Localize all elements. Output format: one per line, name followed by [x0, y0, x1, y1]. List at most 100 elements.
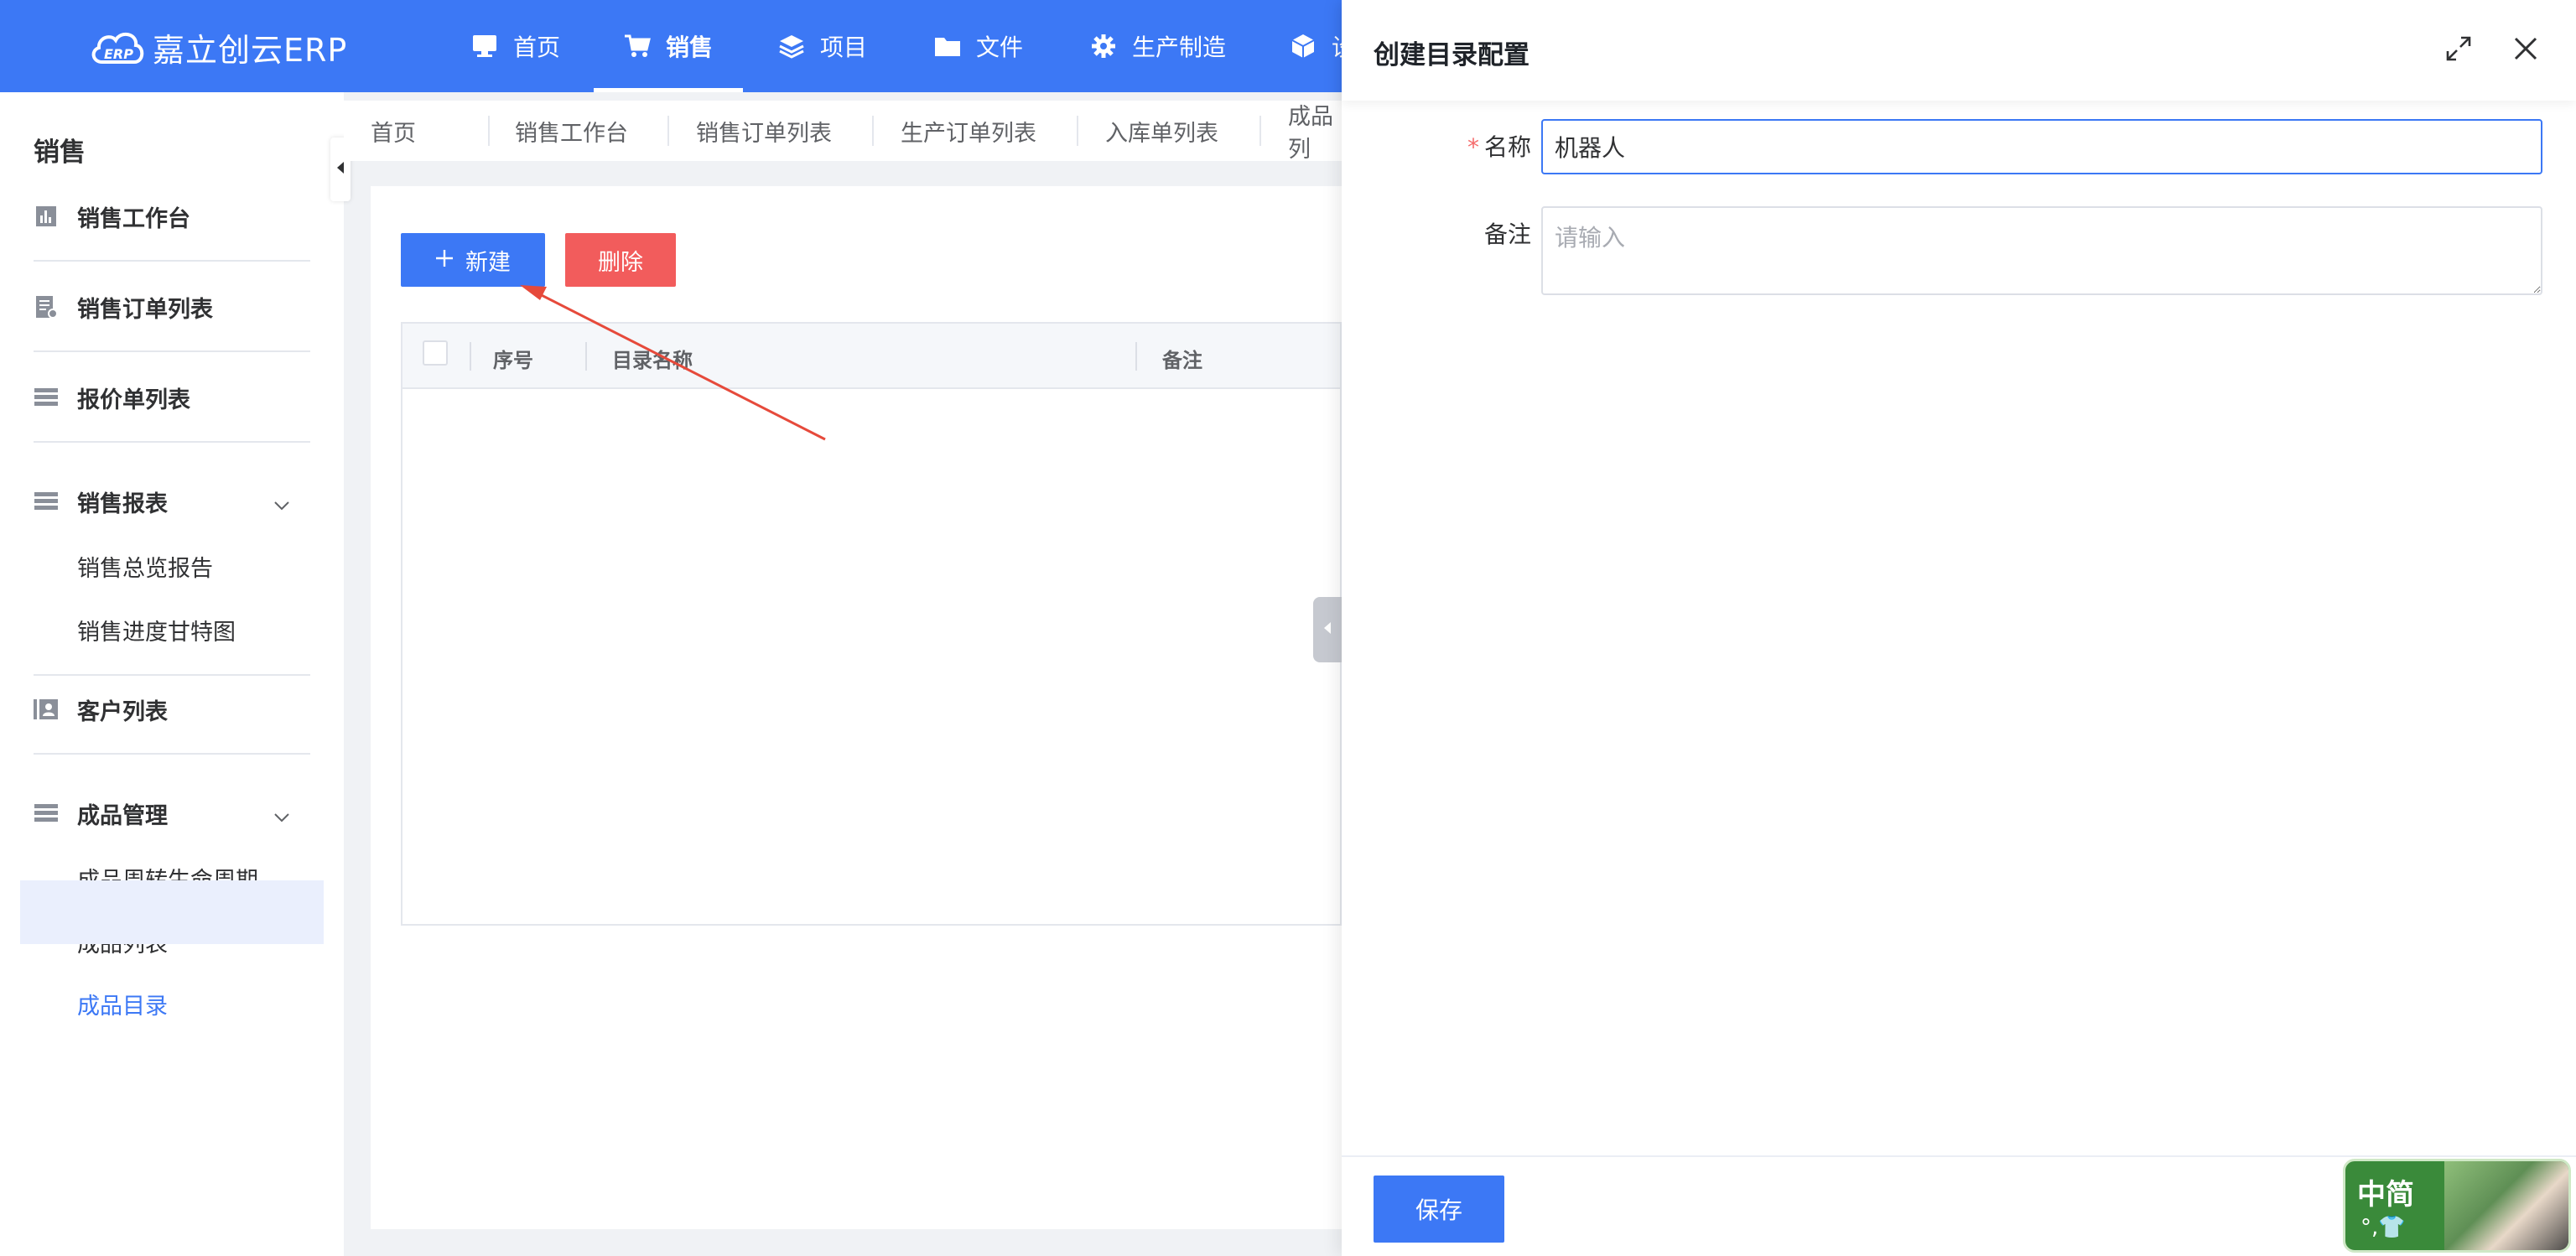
name-field-label: * 名称: [1456, 129, 1531, 163]
create-catalog-drawer: 创建目录配置 *名称 备注 保存: [1342, 0, 2576, 1256]
chevron-down-icon[interactable]: [273, 803, 290, 829]
chart-icon: [34, 204, 59, 229]
contacts-icon: [34, 697, 59, 722]
sidebar: 销售 销售工作台 销售订单列表 报价单列表 销售报表 销售总览报告 销售进度甘特…: [0, 92, 344, 1256]
divider: [34, 260, 310, 262]
remark-field-label: 备注: [1483, 221, 1531, 248]
column-header-remark: 备注: [1162, 349, 1202, 372]
brand-name: 嘉立创云ERP: [153, 31, 348, 69]
required-mark: *: [1467, 133, 1479, 161]
tab-inbound-orders[interactable]: 入库单列表: [1105, 101, 1218, 161]
sidebar-item-label: 销售订单列表: [77, 296, 213, 323]
column-separator: [470, 342, 471, 371]
tab-separator: [1077, 116, 1078, 146]
nav-files-label: 文件: [976, 34, 1024, 61]
tab-home[interactable]: 首页: [371, 101, 416, 161]
plus-icon: [435, 247, 454, 273]
ime-mode-label: 中简: [2357, 1178, 2414, 1212]
sidebar-item-sales-orders[interactable]: 销售订单列表: [34, 282, 310, 332]
sidebar-item-label: 成品管理: [77, 802, 168, 829]
nav-sales[interactable]: 销售: [593, 0, 744, 92]
save-button-label: 保存: [1415, 1196, 1462, 1224]
document-icon: [34, 294, 59, 319]
caret-left-icon: [1322, 621, 1332, 638]
sidebar-item-sales-reports[interactable]: 销售报表: [34, 476, 310, 527]
sidebar-subitem-goods-catalog-label: 成品目录: [77, 994, 168, 1020]
nav-project[interactable]: 项目: [778, 0, 867, 92]
select-all-checkbox[interactable]: [423, 340, 448, 366]
logo-text: ERP: [104, 46, 133, 62]
sidebar-item-finished-goods[interactable]: 成品管理: [34, 788, 310, 838]
sidebar-item-label: 客户列表: [77, 698, 168, 725]
tab-sales-orders[interactable]: 销售订单列表: [696, 101, 832, 161]
page-tabs: 首页 销售工作台 销售订单列表 生产订单列表 入库单列表 成品列: [344, 101, 1342, 163]
list-icon: [34, 385, 59, 410]
divider: [34, 674, 310, 676]
nav-manufacturing[interactable]: 生产制造: [1090, 0, 1226, 92]
column-separator: [585, 342, 587, 371]
column-header-catalog-name: 目录名称: [612, 349, 693, 372]
sidebar-item-label: 报价单列表: [77, 387, 190, 413]
column-header-index: 序号: [493, 349, 533, 372]
save-button[interactable]: 保存: [1374, 1176, 1504, 1243]
sidebar-subitem-sales-overview[interactable]: 销售总览报告: [77, 550, 213, 583]
list-icon: [34, 801, 59, 826]
sidebar-item-label: 销售工作台: [77, 205, 190, 232]
expand-icon: [2445, 35, 2472, 65]
catalog-table: 序号 目录名称 备注: [401, 322, 1342, 926]
tab-sales-workbench[interactable]: 销售工作台: [515, 101, 628, 161]
sidebar-item-sales-workbench[interactable]: 销售工作台: [34, 191, 310, 241]
divider: [34, 753, 310, 755]
sidebar-item-quotations[interactable]: 报价单列表: [34, 372, 310, 423]
chevron-down-icon[interactable]: [273, 491, 290, 517]
nav-home-label: 首页: [513, 34, 561, 61]
box-icon: [1290, 33, 1317, 60]
nav-sales-label: 销售: [666, 34, 714, 61]
divider: [34, 441, 310, 443]
sidebar-item-label: 销售报表: [77, 490, 168, 517]
column-separator: [1135, 342, 1137, 371]
sidebar-subitem-goods-catalog[interactable]: [20, 880, 324, 944]
close-icon: [2513, 36, 2538, 65]
tab-separator: [1259, 116, 1261, 146]
delete-button[interactable]: 删除: [565, 233, 676, 287]
top-navigation-bar: ERP 嘉立创云ERP 首页 销售 项目 文件 生产制造: [0, 0, 1355, 92]
monitor-icon: [471, 33, 498, 60]
name-input[interactable]: [1541, 119, 2542, 174]
cloud-logo-icon: ERP: [87, 25, 148, 69]
nav-home[interactable]: 首页: [471, 0, 560, 92]
expand-button[interactable]: [2442, 34, 2475, 67]
panel-toggle-handle[interactable]: [1313, 597, 1342, 662]
tab-production-orders[interactable]: 生产订单列表: [901, 101, 1036, 161]
tab-separator: [667, 116, 669, 146]
tab-finished-goods[interactable]: 成品列: [1288, 101, 1342, 163]
nav-project-label: 项目: [820, 34, 868, 61]
name-label-text: 名称: [1483, 133, 1531, 161]
ime-toolbar[interactable]: 中简 °,👕: [2343, 1159, 2571, 1253]
remark-input[interactable]: [1541, 206, 2542, 295]
ime-symbols: °,👕: [2360, 1215, 2406, 1240]
caret-left-icon: [335, 161, 345, 178]
tab-separator: [488, 116, 490, 146]
nav-manufacturing-label: 生产制造: [1132, 34, 1227, 61]
new-button-label: 新建: [465, 249, 511, 276]
drawer-header: 创建目录配置: [1342, 0, 2576, 101]
gear-icon: [1090, 33, 1117, 60]
sidebar-item-customers[interactable]: 客户列表: [34, 684, 310, 734]
close-button[interactable]: [2509, 34, 2542, 67]
tab-separator: [872, 116, 874, 146]
list-icon: [34, 489, 59, 514]
nav-files[interactable]: 文件: [934, 0, 1023, 92]
sidebar-title: 销售: [34, 138, 86, 168]
folder-icon: [934, 33, 961, 60]
app-logo[interactable]: ERP 嘉立创云ERP: [87, 22, 347, 72]
ime-skin-image: [2444, 1161, 2568, 1250]
drawer-title: 创建目录配置: [1374, 40, 1530, 70]
layers-icon: [778, 33, 805, 60]
table-header: 序号 目录名称 备注: [402, 324, 1340, 389]
new-button[interactable]: 新建: [401, 233, 545, 287]
sidebar-subitem-sales-gantt[interactable]: 销售进度甘特图: [77, 614, 236, 646]
divider: [34, 350, 310, 352]
delete-button-label: 删除: [598, 249, 643, 276]
cart-icon: [624, 33, 651, 60]
